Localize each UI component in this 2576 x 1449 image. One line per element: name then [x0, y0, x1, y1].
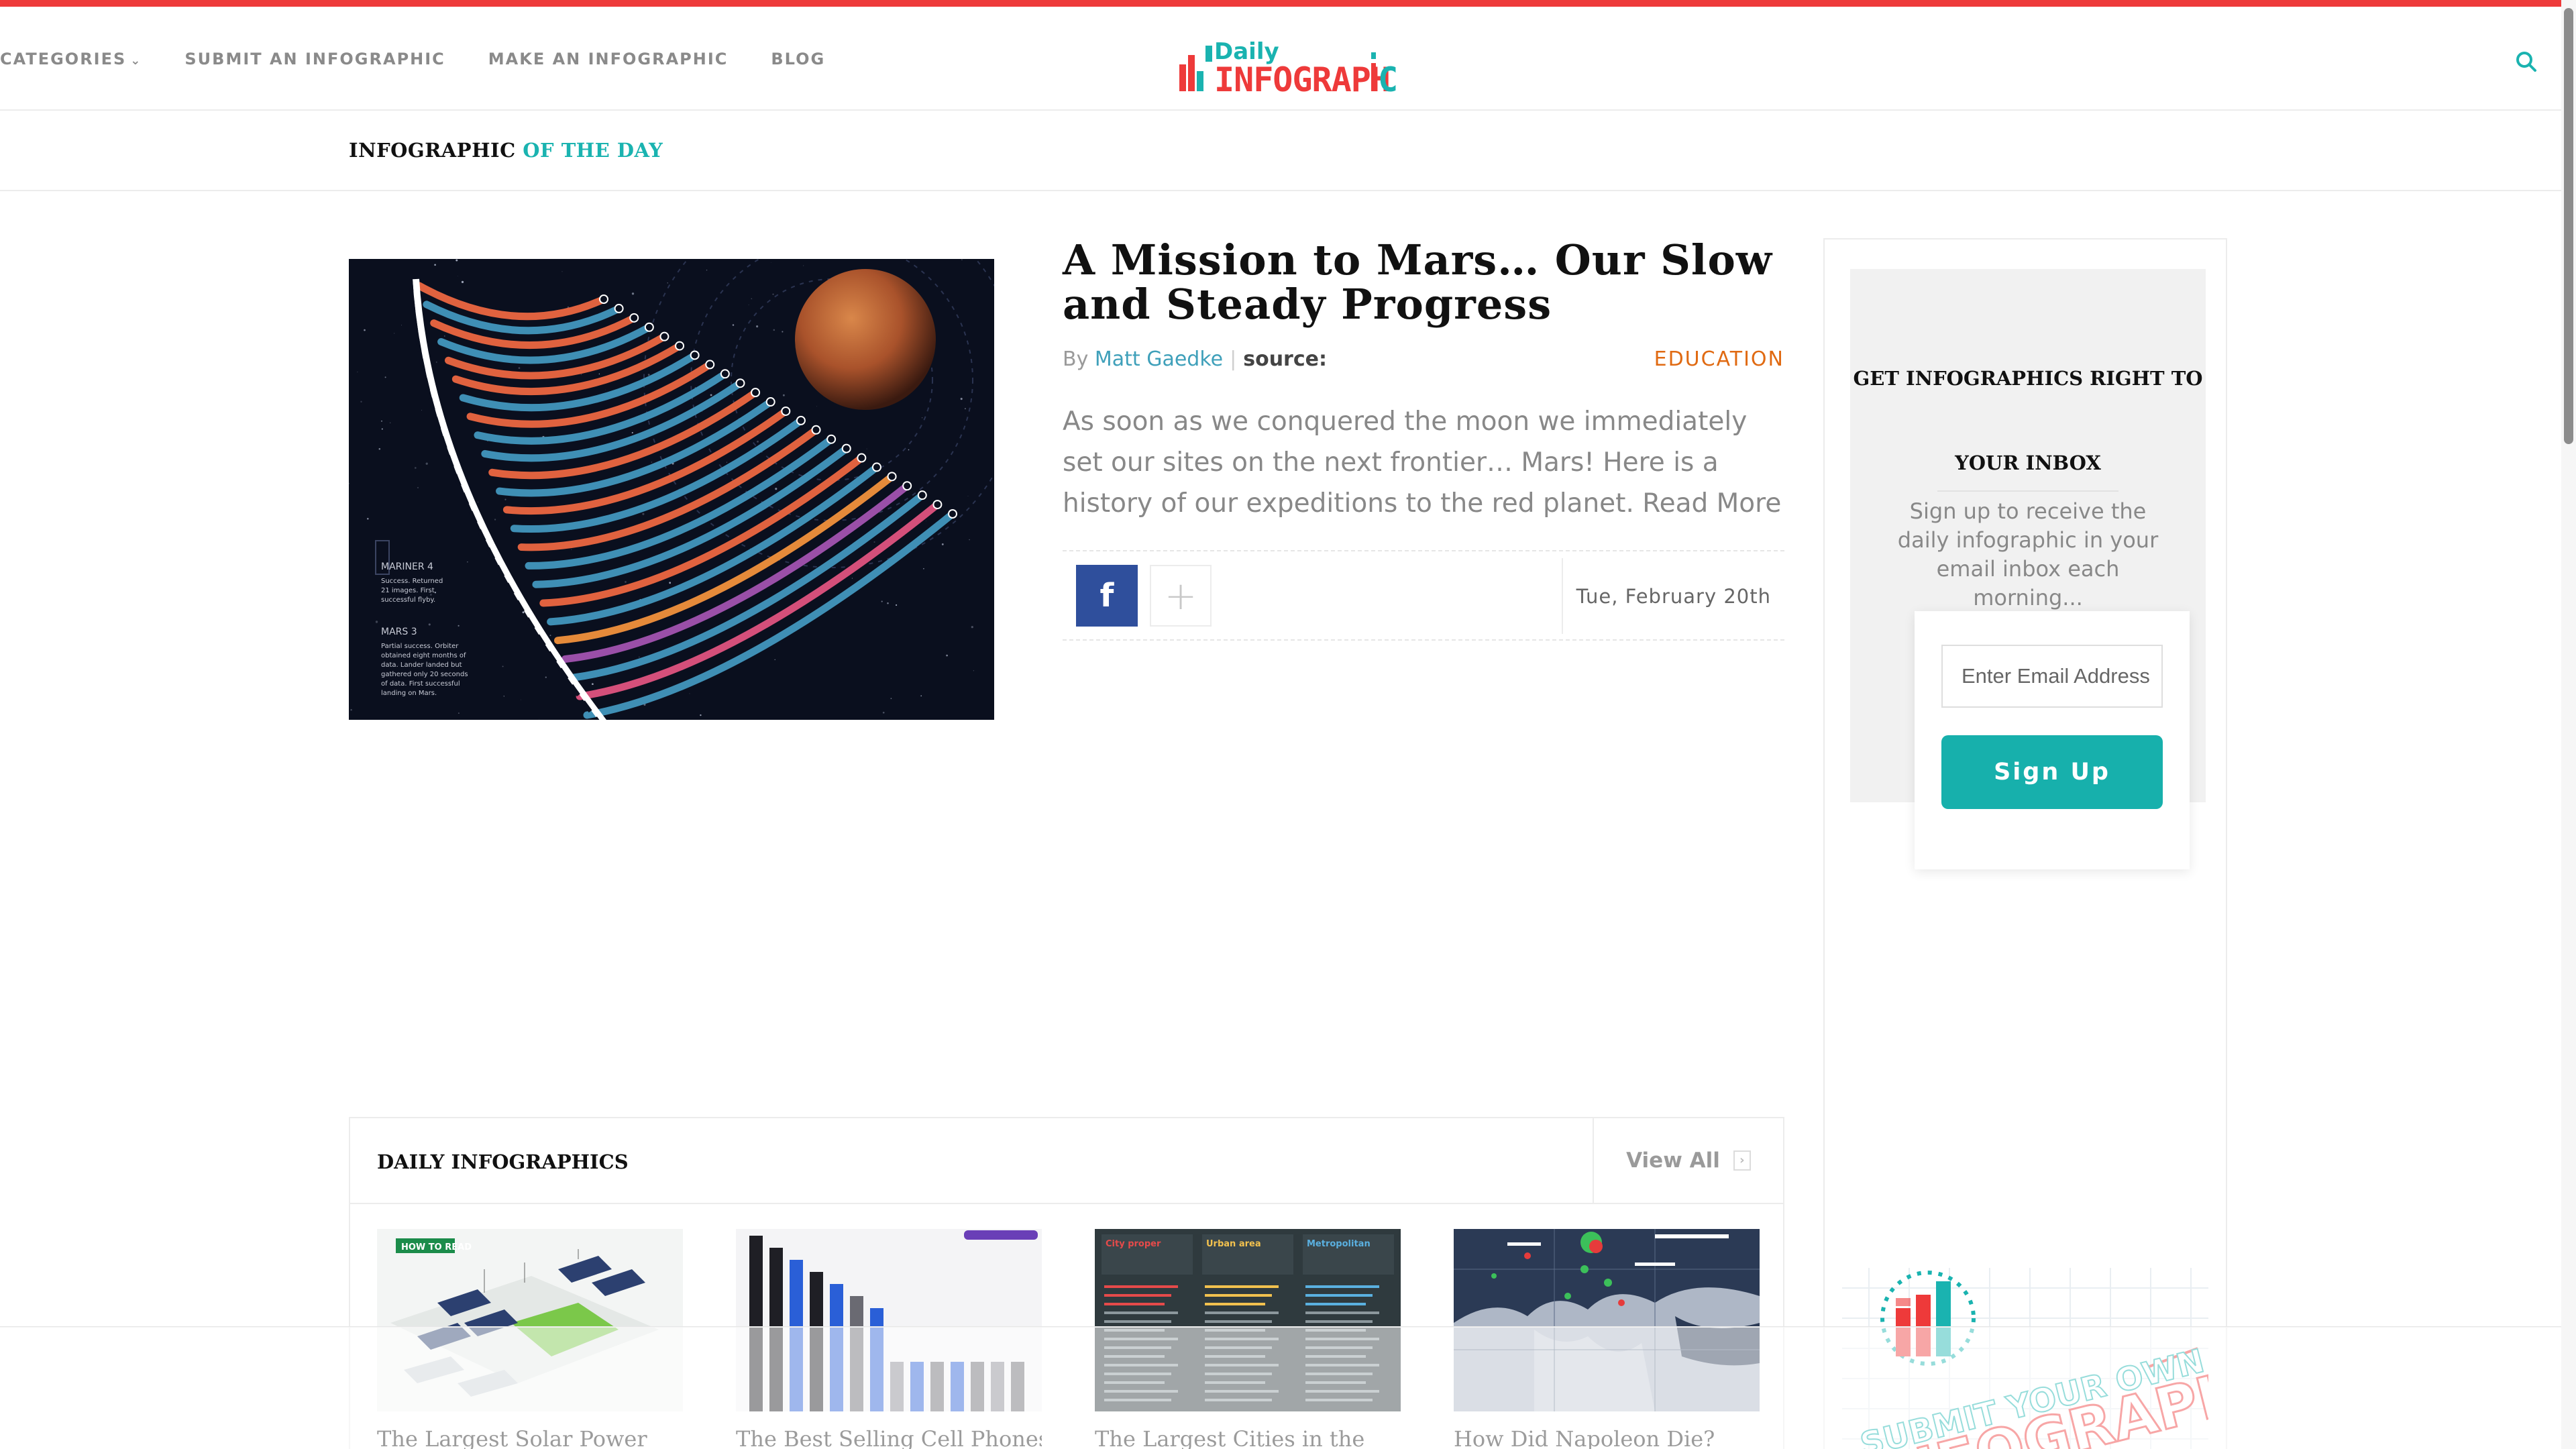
svg-text:gathered only 20 seconds: gathered only 20 seconds: [381, 671, 468, 678]
card3-col1: City proper: [1106, 1239, 1161, 1249]
card1-thumb-label: HOW TO READ: [401, 1242, 472, 1252]
newsletter-divider: [1937, 490, 2118, 492]
main-nav: CATEGORIES ⌄ SUBMIT AN INFOGRAPHIC MAKE A…: [0, 7, 868, 111]
card3-col3: Metropolitan: [1307, 1239, 1371, 1249]
svg-text:Partial success. Orbiter: Partial success. Orbiter: [381, 643, 459, 650]
svg-text:C: C: [1378, 60, 1397, 99]
share-row: f + Tue, February 20th: [1063, 550, 1784, 641]
view-all-label: View All: [1626, 1148, 1720, 1173]
section-heading: INFOGRAPHIC OF THE DAY: [349, 139, 663, 162]
date-box: Tue, February 20th: [1562, 558, 1784, 634]
top-accent-bar: [0, 0, 2576, 7]
submit-promo-graphic: SUBMIT YOUR OWN INFOGRAPHICS: [1842, 1268, 2208, 1449]
daily-header: DAILY INFOGRAPHICS View All ›: [350, 1118, 1783, 1204]
mars-planet: [795, 269, 936, 410]
card-title[interactable]: The Largest Solar Power: [377, 1426, 683, 1449]
card-thumbnail[interactable]: [1454, 1229, 1760, 1411]
svg-text:21 images. First: 21 images. First: [381, 587, 435, 594]
search-icon[interactable]: [2513, 48, 2540, 75]
sign-up-button[interactable]: Sign Up: [1941, 735, 2163, 809]
post-title[interactable]: A Mission to Mars… Our Slow and Steady P…: [1063, 238, 1801, 327]
category-link[interactable]: EDUCATION: [1590, 347, 1784, 371]
scrollbar[interactable]: [2561, 0, 2576, 1449]
nav-item-categories[interactable]: CATEGORIES ⌄: [0, 50, 142, 68]
infographic-card[interactable]: The Best Selling Cell Phones: [736, 1229, 1042, 1449]
daily-infographics-section: DAILY INFOGRAPHICS View All › HOW TO REA…: [349, 1117, 1784, 1449]
post-date: Tue, February 20th: [1576, 584, 1771, 608]
svg-text:of data. First successful: of data. First successful: [381, 680, 460, 688]
featured-infographic-image[interactable]: MARINER 4 MARS 3 Success. Returned 21 im…: [349, 259, 994, 720]
infographic-card[interactable]: How Did Napoleon Die?: [1454, 1229, 1760, 1449]
newsletter-box: GET INFOGRAPHICS RIGHT TO YOUR INBOX Sig…: [1850, 269, 2206, 869]
svg-text:INFOGRAPH: INFOGRAPH: [1214, 60, 1390, 99]
infographic-of-the-day-bar: INFOGRAPHIC OF THE DAY: [0, 112, 2561, 191]
svg-text:Success. Returned: Success. Returned: [381, 578, 443, 585]
newsletter-description: Sign up to receive the daily infographic…: [1897, 498, 2159, 610]
caption-mariner4-title: MARINER 4: [381, 561, 433, 572]
svg-text:successful flyby.: successful flyby.: [381, 596, 435, 604]
meta-separator: |: [1230, 347, 1237, 371]
submit-infographic-promo[interactable]: SUBMIT YOUR OWN INFOGRAPHICS: [1842, 1268, 2208, 1449]
card-thumbnail[interactable]: [736, 1229, 1042, 1411]
source-label: source:: [1243, 347, 1327, 371]
infographic-card[interactable]: HOW TO READ The Largest Solar Power: [377, 1229, 683, 1449]
facebook-icon: f: [1099, 577, 1114, 614]
newsletter-title: GET INFOGRAPHICS RIGHT TO YOUR INBOX: [1853, 367, 2203, 474]
card-title[interactable]: How Did Napoleon Die?: [1454, 1426, 1760, 1449]
author-link[interactable]: Matt Gaedke: [1095, 347, 1223, 371]
card3-col2: Urban area: [1206, 1239, 1261, 1249]
nav-item-label: CATEGORIES: [0, 49, 127, 68]
daily-title: DAILY INFOGRAPHICS: [377, 1150, 629, 1173]
card-thumbnail[interactable]: City proper Urban area Metropolitan: [1095, 1229, 1401, 1411]
overlay-divider: [0, 1326, 2561, 1328]
by-label: By: [1063, 347, 1089, 371]
svg-text:data. Lander landed but: data. Lander landed but: [381, 661, 462, 669]
scrollbar-thumb[interactable]: [2564, 8, 2573, 444]
plus-icon: +: [1164, 573, 1197, 619]
nav-item-blog[interactable]: BLOG: [771, 50, 825, 68]
mars-mission-illustration: MARINER 4 MARS 3 Success. Returned 21 im…: [349, 259, 994, 720]
more-share-button[interactable]: +: [1150, 565, 1212, 627]
site-header: CATEGORIES ⌄ SUBMIT AN INFOGRAPHIC MAKE A…: [0, 7, 2576, 111]
site-logo[interactable]: Daily INFOGRAPH C: [1179, 32, 1397, 99]
chevron-right-icon: ›: [1733, 1150, 1751, 1171]
chevron-down-icon: ⌄: [130, 53, 142, 68]
newsletter-form: Sign Up: [1915, 611, 2190, 869]
post-excerpt: As soon as we conquered the moon we imme…: [1063, 407, 1782, 519]
nav-item-make[interactable]: MAKE AN INFOGRAPHIC: [488, 50, 729, 68]
heading-main: INFOGRAPHIC: [349, 139, 516, 162]
card-title[interactable]: The Best Selling Cell Phones: [736, 1426, 1042, 1449]
caption-mars3-title: MARS 3: [381, 627, 417, 637]
svg-text:landing on Mars.: landing on Mars.: [381, 690, 437, 697]
facebook-share-button[interactable]: f: [1076, 565, 1138, 627]
svg-text:obtained eight months of: obtained eight months of: [381, 652, 466, 659]
card-title[interactable]: The Largest Cities in the: [1095, 1426, 1401, 1449]
view-all-link[interactable]: View All ›: [1593, 1118, 1783, 1203]
infographic-card[interactable]: City proper Urban area Metropolitan The …: [1095, 1229, 1401, 1449]
nav-item-submit[interactable]: SUBMIT AN INFOGRAPHIC: [184, 50, 445, 68]
card-thumbnail[interactable]: HOW TO READ: [377, 1229, 683, 1411]
email-field[interactable]: [1941, 645, 2163, 708]
heading-accent: OF THE DAY: [523, 139, 663, 162]
